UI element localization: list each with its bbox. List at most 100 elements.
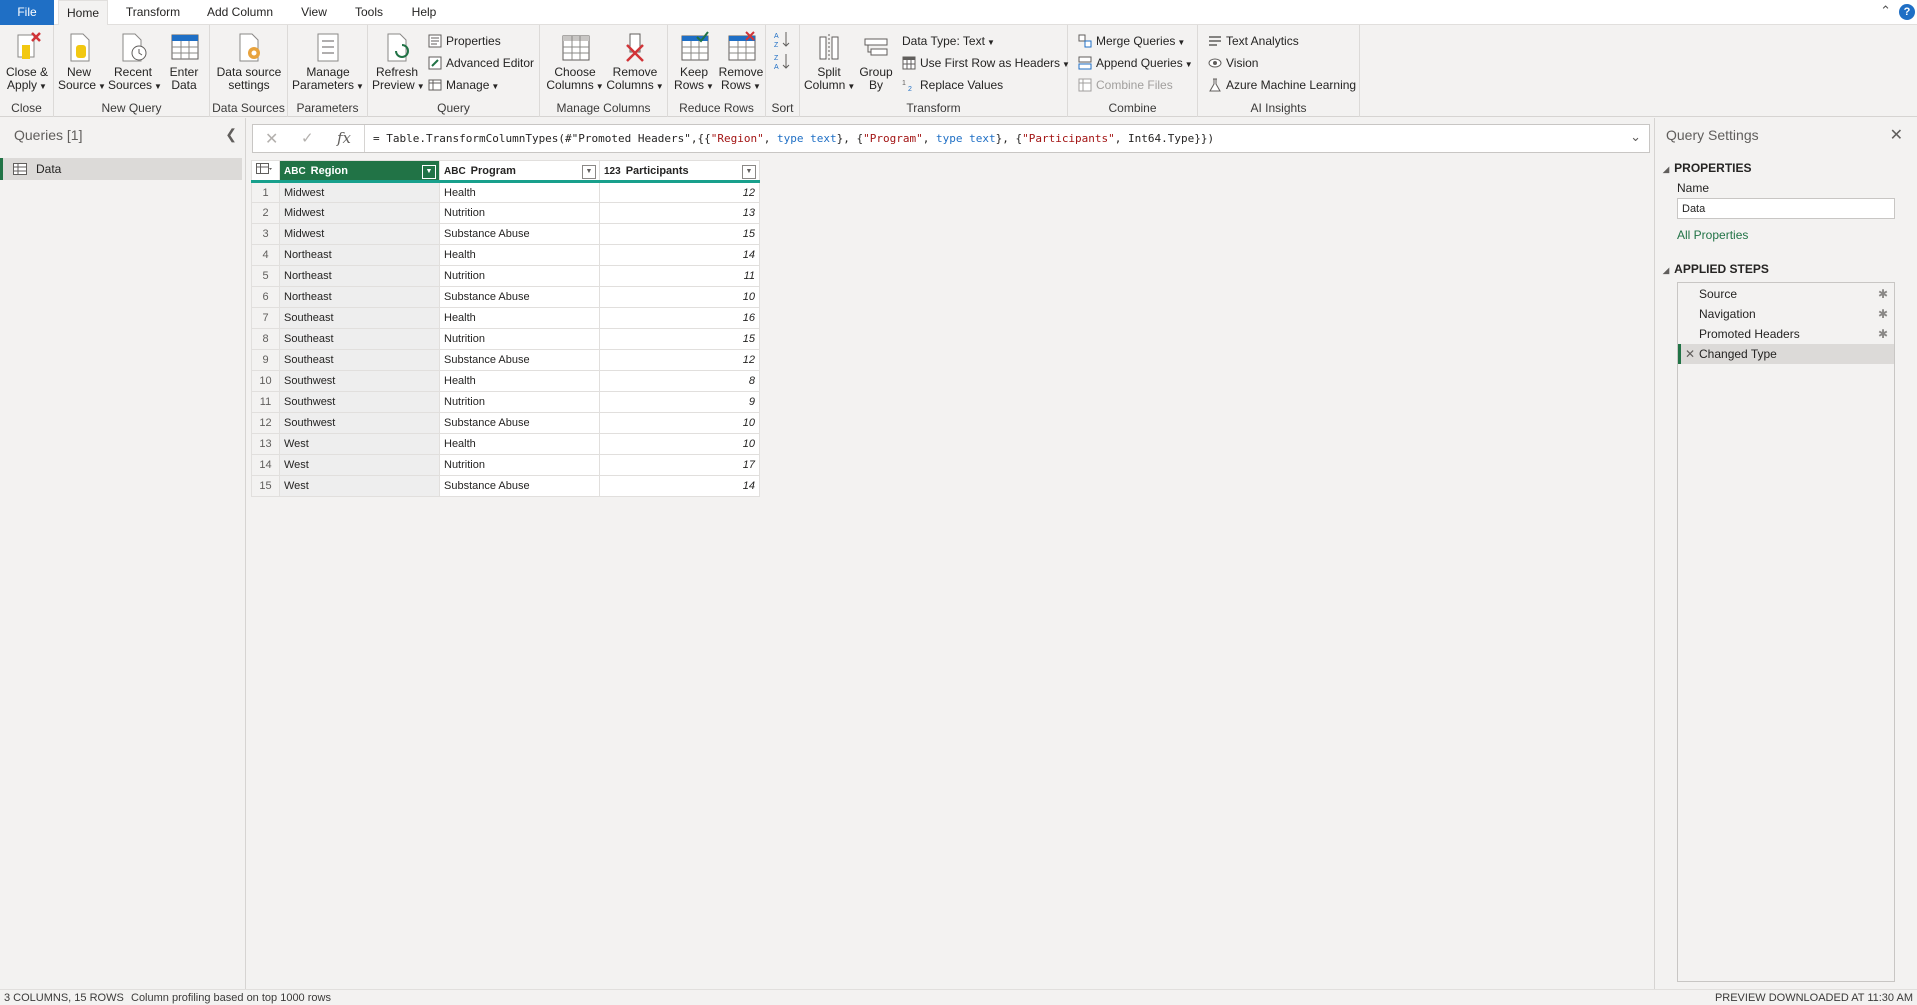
- cell-region[interactable]: Southwest: [279, 412, 440, 434]
- close-icon[interactable]: ✕: [1890, 125, 1903, 145]
- all-properties-link[interactable]: All Properties: [1677, 228, 1748, 242]
- cell-participants[interactable]: 14: [599, 475, 760, 497]
- cell-region[interactable]: Southeast: [279, 349, 440, 371]
- refresh-preview-button[interactable]: Refresh Preview ▼: [372, 31, 425, 93]
- filter-dropdown-icon[interactable]: ▼: [742, 165, 756, 179]
- row-number[interactable]: 6: [251, 286, 280, 308]
- collapse-pane-icon[interactable]: ❮: [225, 126, 237, 143]
- cell-participants[interactable]: 16: [599, 307, 760, 329]
- cell-region[interactable]: Southeast: [279, 307, 440, 329]
- cell-program[interactable]: Health: [439, 433, 600, 455]
- properties-button[interactable]: Properties: [428, 32, 501, 50]
- cell-participants[interactable]: 15: [599, 223, 760, 245]
- cell-program[interactable]: Health: [439, 307, 600, 329]
- collapse-ribbon-icon[interactable]: ⌃: [1880, 3, 1891, 19]
- tab-file[interactable]: File: [0, 0, 54, 25]
- cell-participants[interactable]: 12: [599, 349, 760, 371]
- row-number[interactable]: 8: [251, 328, 280, 350]
- cell-region[interactable]: Southwest: [279, 370, 440, 392]
- enter-data-button[interactable]: Enter Data: [164, 31, 204, 92]
- merge-queries-button[interactable]: Merge Queries ▼: [1078, 32, 1185, 50]
- row-number[interactable]: 4: [251, 244, 280, 266]
- cell-program[interactable]: Nutrition: [439, 202, 600, 224]
- remove-columns-button[interactable]: Remove Columns ▼: [606, 31, 664, 93]
- column-header-program[interactable]: ABC Program ▼: [439, 160, 600, 183]
- sort-descending-button[interactable]: ZA: [774, 52, 792, 71]
- vision-button[interactable]: Vision: [1208, 54, 1258, 72]
- formula-input[interactable]: = Table.TransformColumnTypes(#"Promoted …: [373, 132, 1214, 145]
- row-number[interactable]: 9: [251, 349, 280, 371]
- cell-region[interactable]: Northeast: [279, 286, 440, 308]
- data-type-button[interactable]: Data Type: Text ▼: [902, 32, 995, 50]
- tab-view[interactable]: View: [294, 0, 334, 25]
- properties-section-header[interactable]: ◢ PROPERTIES: [1663, 161, 1752, 175]
- help-icon[interactable]: ?: [1899, 4, 1915, 20]
- applied-step-navigation[interactable]: Navigation ✱: [1678, 304, 1894, 324]
- recent-sources-button[interactable]: Recent Sources ▼: [108, 31, 162, 93]
- cell-region[interactable]: West: [279, 454, 440, 476]
- query-name-input[interactable]: [1677, 198, 1895, 219]
- combine-files-button[interactable]: Combine Files: [1078, 76, 1173, 94]
- cell-program[interactable]: Substance Abuse: [439, 412, 600, 434]
- cell-region[interactable]: West: [279, 433, 440, 455]
- cell-region[interactable]: Northeast: [279, 244, 440, 266]
- applied-step-promoted-headers[interactable]: Promoted Headers ✱: [1678, 324, 1894, 344]
- column-header-participants[interactable]: 123 Participants ▼: [599, 160, 760, 183]
- table-menu-corner[interactable]: [251, 160, 280, 183]
- cancel-formula-icon[interactable]: ✕: [265, 129, 278, 149]
- tab-home[interactable]: Home: [58, 0, 108, 26]
- cell-participants[interactable]: 12: [599, 181, 760, 203]
- applied-step-source[interactable]: Source ✱: [1678, 284, 1894, 304]
- manage-button[interactable]: Manage ▼: [428, 76, 499, 94]
- gear-icon[interactable]: ✱: [1878, 324, 1888, 344]
- manage-parameters-button[interactable]: Manage Parameters ▼: [292, 31, 364, 93]
- cell-program[interactable]: Nutrition: [439, 265, 600, 287]
- use-first-row-headers-button[interactable]: Use First Row as Headers ▼: [902, 54, 1070, 72]
- tab-tools[interactable]: Tools: [348, 0, 390, 25]
- text-analytics-button[interactable]: Text Analytics: [1208, 32, 1299, 50]
- whole-number-type-icon[interactable]: 123: [604, 166, 621, 177]
- sort-ascending-button[interactable]: AZ: [774, 30, 792, 49]
- cell-participants[interactable]: 10: [599, 412, 760, 434]
- cell-program[interactable]: Nutrition: [439, 328, 600, 350]
- row-number[interactable]: 13: [251, 433, 280, 455]
- text-type-icon[interactable]: ABC: [444, 166, 466, 177]
- remove-rows-button[interactable]: Remove Rows ▼: [718, 31, 764, 93]
- row-number[interactable]: 14: [251, 454, 280, 476]
- cell-program[interactable]: Health: [439, 370, 600, 392]
- cell-participants[interactable]: 8: [599, 370, 760, 392]
- tab-transform[interactable]: Transform: [118, 0, 188, 25]
- cell-program[interactable]: Nutrition: [439, 454, 600, 476]
- cell-region[interactable]: Midwest: [279, 181, 440, 203]
- commit-formula-icon[interactable]: ✓: [301, 129, 314, 147]
- cell-participants[interactable]: 11: [599, 265, 760, 287]
- cell-participants[interactable]: 17: [599, 454, 760, 476]
- text-type-icon[interactable]: ABC: [284, 166, 306, 177]
- gear-icon[interactable]: ✱: [1878, 304, 1888, 324]
- filter-dropdown-icon[interactable]: ▼: [422, 165, 436, 179]
- delete-step-icon[interactable]: ✕: [1685, 344, 1695, 364]
- split-column-button[interactable]: Split Column ▼: [804, 31, 855, 93]
- cell-region[interactable]: Southwest: [279, 391, 440, 413]
- cell-participants[interactable]: 15: [599, 328, 760, 350]
- cell-program[interactable]: Substance Abuse: [439, 223, 600, 245]
- append-queries-button[interactable]: Append Queries ▼: [1078, 54, 1193, 72]
- new-source-button[interactable]: New Source ▼: [58, 31, 106, 93]
- tab-help[interactable]: Help: [404, 0, 444, 25]
- cell-participants[interactable]: 9: [599, 391, 760, 413]
- row-number[interactable]: 3: [251, 223, 280, 245]
- tab-add-column[interactable]: Add Column: [200, 0, 280, 25]
- cell-region[interactable]: West: [279, 475, 440, 497]
- cell-program[interactable]: Substance Abuse: [439, 475, 600, 497]
- cell-region[interactable]: Southeast: [279, 328, 440, 350]
- cell-participants[interactable]: 14: [599, 244, 760, 266]
- cell-program[interactable]: Nutrition: [439, 391, 600, 413]
- cell-region[interactable]: Northeast: [279, 265, 440, 287]
- cell-program[interactable]: Health: [439, 244, 600, 266]
- fx-icon[interactable]: fx: [337, 129, 351, 147]
- cell-participants[interactable]: 13: [599, 202, 760, 224]
- cell-program[interactable]: Health: [439, 181, 600, 203]
- row-number[interactable]: 12: [251, 412, 280, 434]
- filter-dropdown-icon[interactable]: ▼: [582, 165, 596, 179]
- cell-region[interactable]: Midwest: [279, 202, 440, 224]
